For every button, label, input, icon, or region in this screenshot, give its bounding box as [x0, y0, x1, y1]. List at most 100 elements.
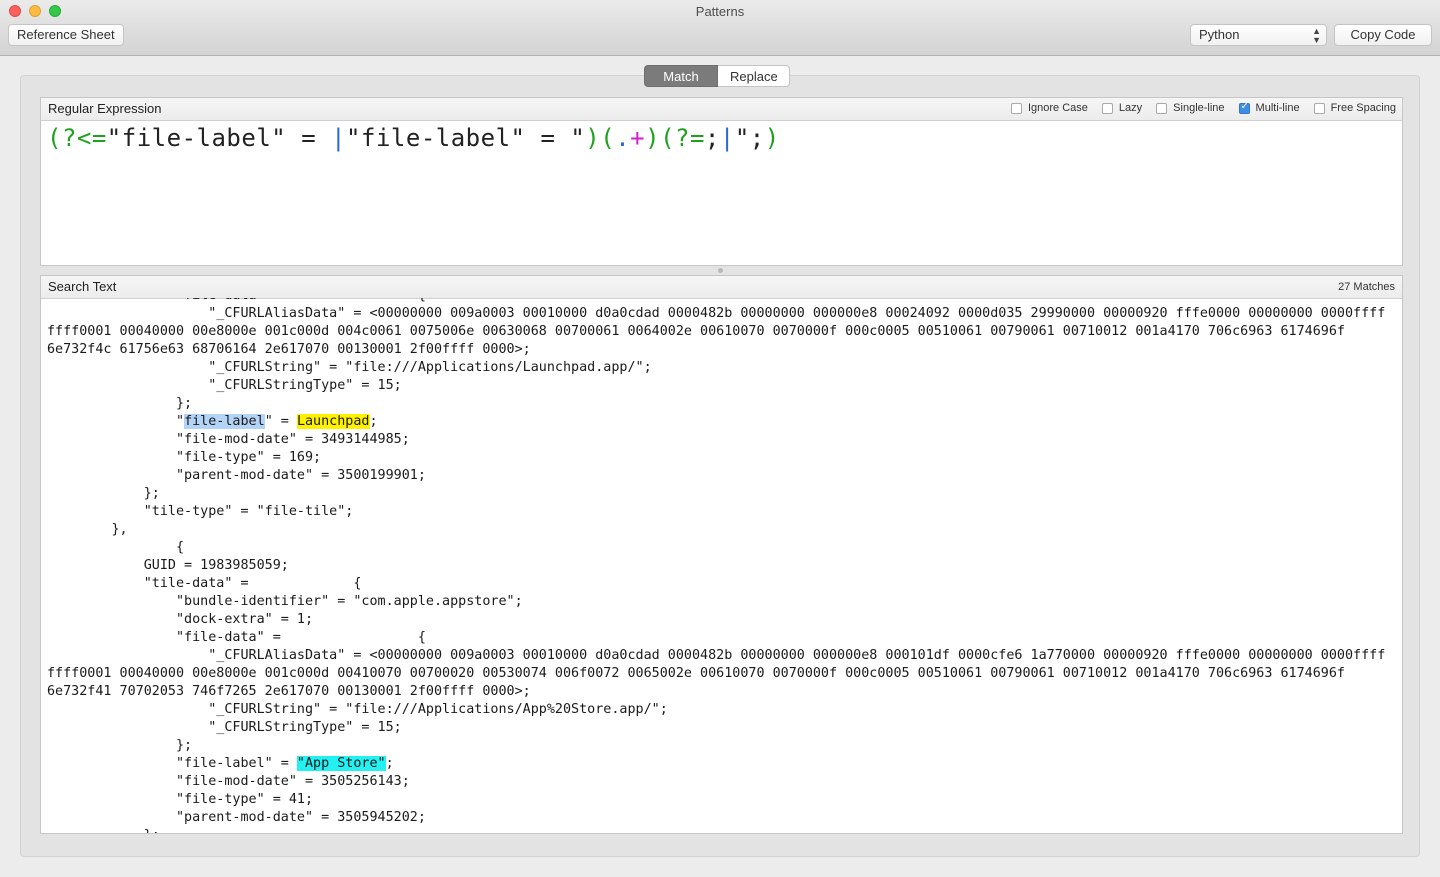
regex-token: l [390, 124, 406, 152]
regex-token: + [630, 124, 646, 152]
regex-token [286, 124, 301, 152]
tab-match[interactable]: Match [644, 65, 718, 87]
regex-token: (?<= [47, 124, 107, 152]
search-panel-header: Search Text 27 Matches [41, 276, 1402, 299]
regex-token: - [181, 124, 197, 152]
regex-token: b [465, 124, 481, 152]
text-line: ffff0001 00040000 00e8000e 001c000d 004c… [47, 324, 1345, 339]
regex-token: l [435, 124, 451, 152]
ignore-case-label: Ignore Case [1027, 102, 1088, 114]
text-line: 6e732f41 70702053 746f7265 2e617070 0013… [47, 684, 531, 699]
text-line: { [47, 540, 185, 555]
text-line: "file-mod-date" = 3505256143; [47, 774, 410, 789]
regex-token: " [570, 124, 586, 152]
option-ignore-case[interactable]: Ignore Case [1010, 102, 1088, 114]
text-line: "_CFURLStringType" = 15; [47, 378, 402, 393]
lazy-checkbox[interactable] [1101, 102, 1113, 114]
tab-replace[interactable]: Replace [718, 65, 790, 87]
regex-token: i [375, 124, 391, 152]
single-line-label: Single-line [1173, 102, 1225, 114]
regex-token: . [615, 124, 631, 152]
text-line: "parent-mod-date" = 3505945202; [47, 810, 426, 825]
search-text-lines: "file-data" = { "_CFURLAliasData" = <000… [47, 298, 1385, 833]
text-line: "file-mod-date" = 3493144985; [47, 432, 410, 447]
regex-token: e [480, 124, 496, 152]
regex-panel-title: Regular Expression [48, 101, 162, 116]
option-free-spacing[interactable]: Free Spacing [1313, 102, 1396, 114]
regex-options: Ignore Case Lazy Single-line Multi-line … [997, 101, 1396, 114]
regex-token: ) [585, 124, 601, 152]
language-select[interactable]: Python ▲ ▼ [1190, 24, 1327, 46]
regex-token: a [450, 124, 466, 152]
free-spacing-checkbox[interactable] [1313, 102, 1325, 114]
text-line: }; [47, 486, 160, 501]
text-line: }; [47, 827, 1385, 833]
text-line: "dock-extra" = 1; [47, 612, 314, 627]
regex-token: l [151, 124, 167, 152]
text-line: "_CFURLStringType" = 15; [47, 720, 402, 735]
option-lazy[interactable]: Lazy [1101, 102, 1143, 114]
text-line: "file-data" = { [47, 298, 1385, 305]
reference-sheet-button[interactable]: Reference Sheet [8, 24, 124, 46]
text-line: "file-label" = Launchpad; [47, 414, 378, 429]
regex-token: a [211, 124, 227, 152]
regex-token: " [106, 124, 122, 152]
regex-token: b [226, 124, 242, 152]
regex-token: f [361, 124, 376, 152]
text-line: "file-data" = { [47, 630, 426, 645]
multi-line-label: Multi-line [1255, 102, 1300, 114]
match-highlight: Launchpad [296, 414, 370, 429]
regex-token: ( [600, 124, 616, 152]
lazy-label: Lazy [1118, 102, 1143, 114]
text-line: "_CFURLAliasData" = <00000000 009a0003 0… [47, 648, 1386, 663]
language-select-value: Python [1199, 27, 1240, 42]
match-count: 27 Matches [1338, 281, 1395, 293]
regex-input[interactable]: (?<="file-label" = |"file-label" = ")(.+… [47, 124, 780, 152]
window-title: Patterns [695, 4, 745, 19]
regex-token: " [734, 124, 750, 152]
regex-token: ; [704, 124, 720, 152]
regex-token: l [495, 124, 511, 152]
regex-token: e [241, 124, 257, 152]
copy-code-button[interactable]: Copy Code [1334, 24, 1432, 46]
regex-token: f [121, 124, 137, 152]
regex-token: | [331, 124, 347, 152]
text-line: }; [47, 396, 193, 411]
text-line: "file-type" = 169; [47, 450, 322, 465]
match-highlight: "App Store" [296, 756, 386, 771]
regex-token [555, 124, 570, 152]
option-single-line[interactable]: Single-line [1156, 102, 1225, 114]
regex-token: ) [645, 124, 661, 152]
text-line: }, [47, 522, 128, 537]
regex-token: = [540, 124, 556, 152]
regex-token [316, 124, 331, 152]
regex-token: ; [749, 124, 765, 152]
option-multi-line[interactable]: Multi-line [1238, 101, 1300, 114]
text-line: GUID = 1983985059; [47, 558, 289, 573]
regex-panel-header: Regular Expression Ignore Case Lazy Sing… [41, 98, 1402, 121]
text-line: "_CFURLAliasData" = <00000000 009a0003 0… [47, 306, 1386, 321]
regex-token: ) [764, 124, 780, 152]
text-line: "tile-type" = "file-tile"; [47, 504, 354, 519]
title-bar: Patterns Reference Sheet Python ▲ ▼ Copy … [0, 0, 1440, 56]
select-arrows-icon: ▲ ▼ [1312, 26, 1321, 45]
text-line: 6e732f4c 61756e63 68706164 2e617070 0013… [47, 342, 531, 357]
ignore-case-checkbox[interactable] [1010, 102, 1022, 114]
text-line: "_CFURLString" = "file:///Applications/A… [47, 702, 668, 717]
mode-segmented-control: Match Replace [644, 65, 790, 88]
regex-token: (?= [660, 124, 705, 152]
regex-token: - [420, 124, 436, 152]
text-line: "_CFURLString" = "file:///Applications/L… [47, 360, 652, 375]
regex-token [525, 124, 540, 152]
regex-token: l [196, 124, 212, 152]
text-line: "bundle-identifier" = "com.apple.appstor… [47, 594, 523, 609]
split-view-handle[interactable] [718, 268, 723, 273]
single-line-checkbox[interactable] [1156, 102, 1168, 114]
text-line: "file-label" = "App Store"; [47, 756, 394, 771]
text-line: "parent-mod-date" = 3500199901; [47, 468, 426, 483]
text-line: ffff0001 00040000 00e8000e 001c000d 0041… [47, 666, 1345, 681]
text-line: }; [47, 738, 193, 753]
multi-line-checkbox[interactable] [1238, 101, 1250, 114]
text-line: "file-type" = 41; [47, 792, 314, 807]
search-text-area[interactable]: "file-data" = { "_CFURLAliasData" = <000… [41, 298, 1402, 833]
